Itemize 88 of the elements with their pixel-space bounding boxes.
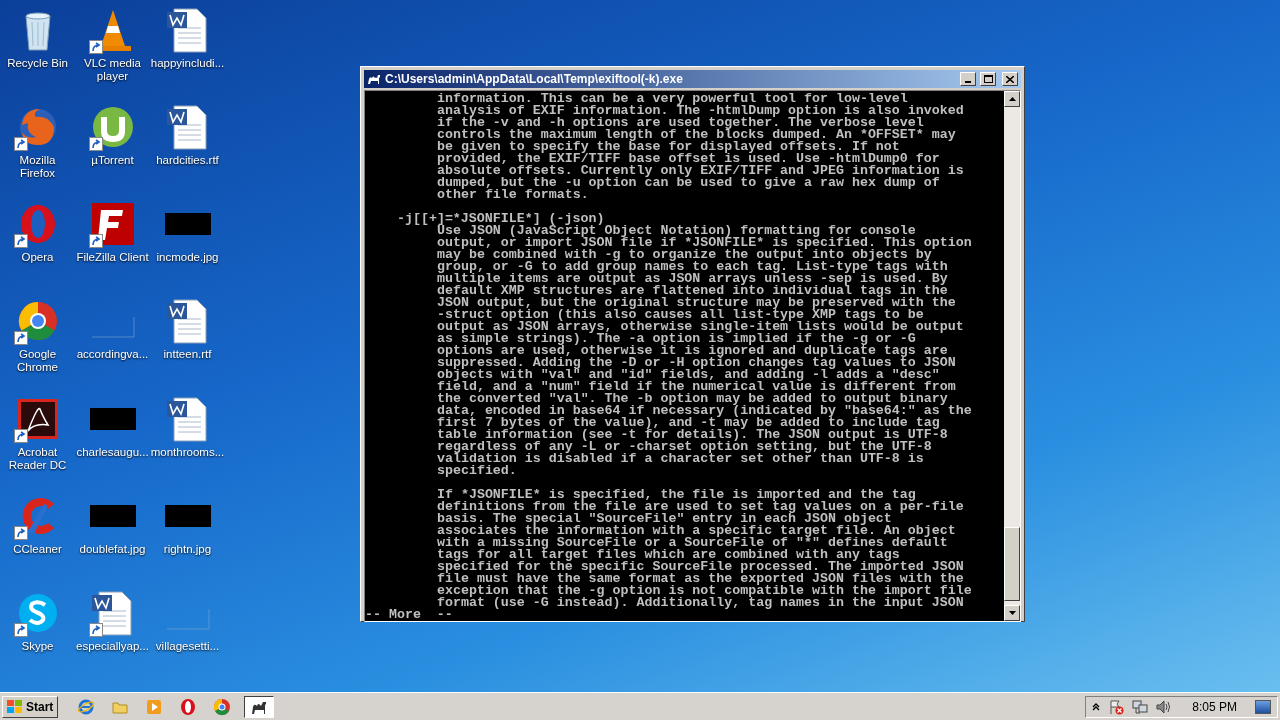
console-line: field, and a "num" field if the numerical value is different from (436, 381, 957, 393)
console-line: basis. The special "SourceFile" entry in each JSON object (436, 513, 892, 525)
console-line: default XMP structures are flattened into individual tags in the (436, 285, 948, 297)
icon-label[interactable]: villagesetti... (154, 639, 221, 653)
maximize-button[interactable] (980, 72, 996, 86)
flag-error-icon[interactable] (1108, 698, 1125, 715)
console-line: objects with "val" and "id" fields, and adding -l adds a "desc" (436, 369, 940, 381)
console-line: output as JSON arrays, otherwise single-item lists would be output (436, 321, 965, 333)
console-line: JSON output, but the original structure may be preserved with the (436, 297, 957, 309)
console-line: If *JSONFILE* is specified, the file is imported and the tag (436, 489, 916, 501)
icon-label[interactable]: monthrooms... (149, 445, 226, 459)
console-line: associates the information with a specific target file. An object (436, 525, 957, 537)
console-line: multiple items are output as JSON arrays unless -sep is used. By (436, 273, 949, 285)
chevron-up-icon[interactable] (1092, 702, 1101, 711)
taskbar-app-button[interactable] (244, 695, 275, 718)
console-line: -struct option (this also causes all list-type XMP tags to be (436, 309, 924, 321)
console-line: format (use -G instead). Additionally, tag names in the input JSON (436, 597, 965, 609)
camel-icon (367, 73, 381, 85)
icon-label[interactable]: intteen.rtf (162, 348, 213, 362)
console-line: definitions from the file are used to set tag values on a per-file (436, 501, 965, 513)
start-button[interactable]: Start (2, 695, 59, 718)
console-line: file must have the same format as the exported JSON files with the (436, 573, 964, 585)
letter-o-icon (179, 697, 198, 716)
scrollbar[interactable] (1004, 91, 1020, 621)
option-heading: -j[[+]=*JSONFILE*] (-json) (396, 213, 605, 225)
console-line: tags for all target files which are combined with any tags (436, 549, 900, 561)
console-line: with a missing SourceFile or a SourceFile of "*" defines default (436, 537, 948, 549)
minimize-button[interactable] (960, 72, 976, 86)
console-line: data, encoded in base64 if necessary (indicated by "base64:" as the (436, 405, 973, 417)
console-line: analysis of EXIF information. The -htmlDump option is also invoked (436, 105, 965, 117)
icon-label[interactable]: Recycle Bin (6, 57, 69, 70)
icon-label[interactable]: especiallyap... (75, 639, 150, 653)
down-arrow-icon (1008, 611, 1016, 615)
more-prompt: -- More -- (365, 609, 454, 621)
console-line: options are used, otherwise it is ignored and duplicate tags are (436, 345, 948, 357)
window-title: C:\Users\admin\AppData\Local\Temp\exiftool(-k).exe (385, 71, 684, 88)
console-line: group, or -G to add group names to each tag. List-type tags with (436, 261, 949, 273)
icon-label[interactable]: VLC media player (75, 57, 150, 83)
windows-logo-icon (7, 699, 23, 714)
console-line: Use JSON (JavaScript Object Notation) formatting for console (437, 225, 917, 237)
icon-label[interactable]: FileZilla Client (75, 251, 150, 265)
console-line: exception that the -g option is not compatible with the import file (436, 585, 973, 597)
console-line: may be combined with -g to organize the output into objects by (436, 249, 932, 261)
letter-e-icon (77, 697, 96, 716)
console-line: dumped, but the -u option can be used to give a raw hex dump of (436, 177, 941, 189)
console-line: table information (see -t for details). The JSON output is UTF-8 (436, 429, 949, 441)
icon-label[interactable]: charlesaugu... (75, 445, 150, 459)
icon-label[interactable]: doublefat.jpg (78, 542, 147, 556)
console-line: be given to specify the base for displayed offsets. If not (436, 141, 900, 153)
icon-label[interactable]: Acrobat Reader DC (0, 445, 75, 472)
console-line: provided, the EXIF/TIFF base offset is used. Use -htmlDump0 for (436, 153, 941, 165)
console-line: if the -v and -h options are used together. The verbose level (436, 117, 925, 129)
show-desktop-button[interactable] (1255, 699, 1271, 714)
scroll-up-button[interactable] (1004, 91, 1020, 107)
scroll-thumb[interactable] (1004, 527, 1020, 601)
icon-label[interactable]: incmode.jpg (155, 251, 220, 265)
console-line: regardless of any -L or -charset option setting, but the UTF-8 (436, 441, 933, 453)
speaker-icon[interactable] (1156, 698, 1173, 715)
console-line: as simple strings). The -a option is implied if the -g or -G (436, 333, 916, 345)
console-line: specified. (436, 465, 518, 477)
console-line: the converted "val". The -b option may be added to output binary (436, 393, 948, 405)
console-line: absolute offsets. Currently only EXIF/TIFF and JPEG information is (436, 165, 965, 177)
console-line: specified for the specific SourceFile processed. The imported JSON (436, 561, 965, 573)
console-line: information. This can be a very powerful tool for low-level (436, 93, 908, 105)
close-button[interactable] (1002, 72, 1018, 86)
play-icon (145, 697, 164, 716)
icon-label[interactable]: accordingva... (75, 348, 150, 362)
close-icon (1006, 75, 1014, 83)
icon-label[interactable]: CCleaner (12, 542, 63, 556)
network-icon[interactable] (1132, 698, 1149, 715)
console-line: output, or import JSON file if *JSONFILE* is specified. This option (436, 237, 973, 249)
icon-label[interactable]: Google Chrome (0, 348, 75, 375)
icon-label[interactable]: Mozilla Firefox (0, 154, 75, 181)
icon-label[interactable]: happyincludi... (149, 57, 226, 70)
scroll-down-button[interactable] (1004, 605, 1020, 621)
console-line: other file formats. (436, 189, 589, 201)
icon-label[interactable]: Opera (20, 251, 55, 265)
console-line: suppressed. Adding the -D or -H option changes tag values to JSON (436, 357, 957, 369)
chrome-icon (213, 697, 232, 716)
console-line: first 7 bytes of the value), and -t may be added to include tag (436, 417, 940, 429)
console-line: validation is disabled if a character set other than UTF-8 is (436, 453, 925, 465)
icon-label[interactable]: Skype (20, 639, 55, 653)
icon-label[interactable]: rightn.jpg (162, 542, 213, 556)
icon-label[interactable]: hardcities.rtf (155, 154, 220, 168)
up-arrow-icon (1008, 97, 1016, 101)
icon-label[interactable]: µTorrent (90, 154, 135, 168)
clock[interactable]: 8:05 PM (1192, 697, 1237, 716)
console-line: controls the maximum length of the blocks dumped. An *OFFSET* may (436, 129, 957, 141)
